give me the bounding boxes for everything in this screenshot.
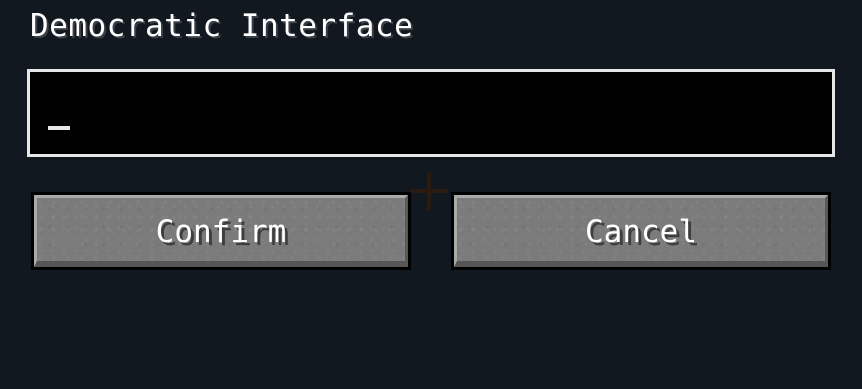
confirm-button[interactable]: Confirm bbox=[31, 192, 411, 270]
confirm-button-label: Confirm bbox=[155, 213, 287, 250]
cancel-button-face: Cancel bbox=[454, 195, 828, 267]
text-cursor bbox=[48, 126, 70, 130]
confirm-button-face: Confirm bbox=[34, 195, 408, 267]
dialog-screen: Democratic Interface Confirm Cancel bbox=[0, 0, 862, 389]
text-input-field[interactable] bbox=[27, 69, 835, 157]
cancel-button[interactable]: Cancel bbox=[451, 192, 831, 270]
crosshair-icon bbox=[410, 172, 448, 210]
cancel-button-label: Cancel bbox=[585, 213, 697, 250]
dialog-title: Democratic Interface bbox=[30, 8, 414, 44]
